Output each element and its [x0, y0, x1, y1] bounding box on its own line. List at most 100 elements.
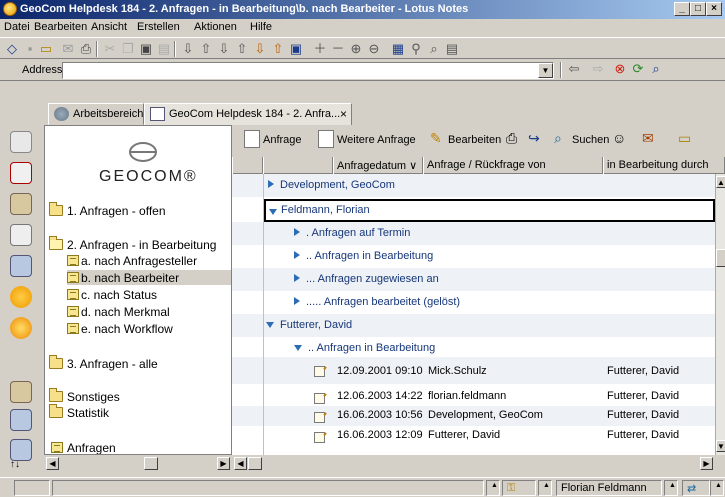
twistie-open-icon[interactable]	[294, 345, 302, 351]
col-anfragedatum[interactable]: Anfragedatum ∨	[333, 157, 423, 174]
menu-hilfe[interactable]: Hilfe	[250, 21, 272, 33]
maximize-button[interactable]: □	[690, 2, 706, 16]
tab-helpdesk[interactable]: GeoCom Helpdesk 184 - 2. Anfra... ×	[144, 103, 352, 125]
category-row[interactable]: ... Anfragen zugewiesen an	[232, 268, 715, 291]
replication-icon[interactable]	[10, 255, 32, 277]
next-unread-icon[interactable]: ⇩	[252, 41, 268, 57]
menu-ansicht[interactable]: Ansicht	[91, 21, 127, 33]
nav-anfragen-offen[interactable]: 1. Anfragen - offen	[67, 204, 166, 218]
find-icon[interactable]: ✉	[642, 130, 658, 148]
sort-up-icon[interactable]: ⇧	[198, 41, 214, 57]
todo-bookmark-icon[interactable]	[10, 224, 32, 246]
twistie-open-icon[interactable]	[269, 209, 277, 215]
category-row[interactable]: Development, GeoCom	[232, 174, 715, 197]
category-row[interactable]: . Anfragen auf Termin	[232, 222, 715, 245]
expand-icon[interactable]: ＋	[312, 41, 328, 57]
web-icon[interactable]	[10, 317, 32, 339]
collapse-icon[interactable]: －	[330, 41, 346, 57]
open-icon[interactable]: ▭	[38, 41, 54, 57]
twistie-open-icon[interactable]	[266, 322, 274, 328]
magnifier-icon[interactable]: ⌕	[426, 41, 442, 57]
menu-datei[interactable]: Datei	[4, 21, 30, 33]
category-row[interactable]: .. Anfragen in Bearbeitung	[232, 245, 715, 268]
view-icon[interactable]: ▦	[390, 41, 406, 57]
view-vertical-scrollbar[interactable]: ▲ ▼	[715, 174, 725, 455]
scroll-arrows-icon[interactable]: ↑↓	[10, 459, 20, 470]
nav-anfragen-alle[interactable]: 3. Anfragen - alle	[67, 357, 158, 371]
scroll-up-icon[interactable]: ▲	[716, 176, 725, 188]
user-icon[interactable]: ☺	[612, 130, 628, 148]
nav-horizontal-scrollbar[interactable]: ◀ ▶	[44, 455, 232, 471]
view-horizontal-scrollbar[interactable]: ◀ ▶	[232, 455, 725, 471]
more-bookmarks-icon[interactable]	[10, 409, 32, 431]
nav-nach-anfragesteller[interactable]: a. nach Anfragesteller	[81, 254, 197, 268]
menu-erstellen[interactable]: Erstellen	[137, 21, 180, 33]
prev-icon[interactable]: ⇧	[234, 41, 250, 57]
nav-nach-bearbeiter[interactable]: b. nach Bearbeiter	[81, 271, 179, 285]
minimize-button[interactable]: _	[674, 2, 690, 16]
col-in-bearbeitung[interactable]: in Bearbeitung durch	[603, 157, 725, 174]
category-row[interactable]: ..... Anfragen bearbeitet (gelöst)	[232, 291, 715, 314]
calendar-bookmark-icon[interactable]	[10, 162, 32, 184]
prev-unread-icon[interactable]: ⇧	[270, 41, 286, 57]
nav-nach-status[interactable]: c. nach Status	[81, 288, 157, 302]
tab-close-icon[interactable]: ×	[340, 107, 347, 121]
databases-bookmark-icon[interactable]	[10, 381, 32, 403]
document-row[interactable]: 12.09.2001 09:10 Mick.Schulz Futterer, D…	[232, 357, 715, 384]
twistie-icon[interactable]	[294, 297, 300, 305]
cut-icon[interactable]: ✂	[102, 41, 118, 57]
twistie-icon[interactable]	[294, 251, 300, 259]
address-input[interactable]	[62, 62, 554, 79]
action-anfrage[interactable]: Anfrage	[263, 134, 302, 146]
sort-down-icon[interactable]: ⇩	[180, 41, 196, 57]
paste-special-icon[interactable]: ▤	[156, 41, 172, 57]
forward-icon[interactable]: ↪	[528, 130, 544, 148]
action-weitere-anfrage[interactable]: Weitere Anfrage	[337, 134, 416, 146]
status-key-icon[interactable]: ⚿	[502, 480, 536, 496]
scroll-thumb[interactable]	[144, 457, 158, 470]
scroll-right-icon[interactable]: ▶	[700, 457, 713, 470]
preview-icon[interactable]: ▣	[288, 41, 304, 57]
table-icon[interactable]: ▤	[444, 41, 460, 57]
status-arrow-icon[interactable]: ▲	[486, 480, 500, 496]
search-icon[interactable]: ⌕	[648, 61, 664, 77]
address-book-icon[interactable]	[10, 193, 32, 215]
paste-icon[interactable]: ▣	[138, 41, 154, 57]
nav-anfragen[interactable]: Anfragen	[67, 441, 116, 454]
scroll-left-icon[interactable]: ◀	[234, 457, 247, 470]
document-row[interactable]: 16.06.2003 12:09 Futterer, David Futtere…	[232, 426, 715, 448]
back-icon[interactable]: ⇦	[566, 61, 582, 77]
next-icon[interactable]: ⇩	[216, 41, 232, 57]
status-arrow-icon[interactable]: ▲	[538, 480, 552, 496]
nav-nach-workflow[interactable]: e. nach Workflow	[81, 322, 173, 336]
nav-nach-merkmal[interactable]: d. nach Merkmal	[81, 305, 170, 319]
mail-icon[interactable]: ✉	[60, 41, 76, 57]
tab-workspace[interactable]: Arbeitsbereich	[48, 103, 144, 125]
folder-move-icon[interactable]: ▭	[678, 130, 694, 148]
action-bearbeiten[interactable]: Bearbeiten	[448, 134, 501, 146]
mail-bookmark-icon[interactable]	[10, 131, 32, 153]
nav-statistik[interactable]: Statistik	[67, 406, 109, 420]
print-icon[interactable]: ⎙	[78, 41, 94, 57]
toggle-icon[interactable]: ◇	[4, 41, 20, 57]
binoculars-icon[interactable]: ⚲	[408, 41, 424, 57]
scroll-right-icon[interactable]: ▶	[217, 457, 230, 470]
twistie-icon[interactable]	[268, 180, 274, 188]
status-connection-icon[interactable]: ⇄	[682, 480, 710, 496]
nav-anfragen-in-bearbeitung[interactable]: 2. Anfragen - in Bearbeitung	[67, 238, 216, 252]
scroll-thumb[interactable]	[716, 249, 725, 267]
col-anfrage-von[interactable]: Anfrage / Rückfrage von	[423, 157, 603, 174]
scroll-down-icon[interactable]: ▼	[716, 440, 725, 452]
menu-bearbeiten[interactable]: Bearbeiten	[34, 21, 87, 33]
status-user[interactable]: Florian Feldmann	[556, 480, 662, 496]
bookmark-icon[interactable]	[10, 439, 32, 461]
address-dropdown-icon[interactable]: ▼	[538, 63, 553, 78]
stop-icon[interactable]: ⊗	[612, 61, 628, 77]
category-row[interactable]: Futterer, David	[232, 314, 715, 337]
scroll-thumb[interactable]	[248, 457, 262, 470]
save-icon[interactable]: ▪	[22, 41, 38, 57]
forward-icon[interactable]: ⇨	[590, 61, 606, 77]
document-row[interactable]: 12.06.2003 14:22 florian.feldmann Futter…	[232, 387, 715, 406]
status-arrow-icon[interactable]: ▲	[710, 480, 724, 496]
category-row-selected[interactable]: Feldmann, Florian	[264, 199, 715, 222]
